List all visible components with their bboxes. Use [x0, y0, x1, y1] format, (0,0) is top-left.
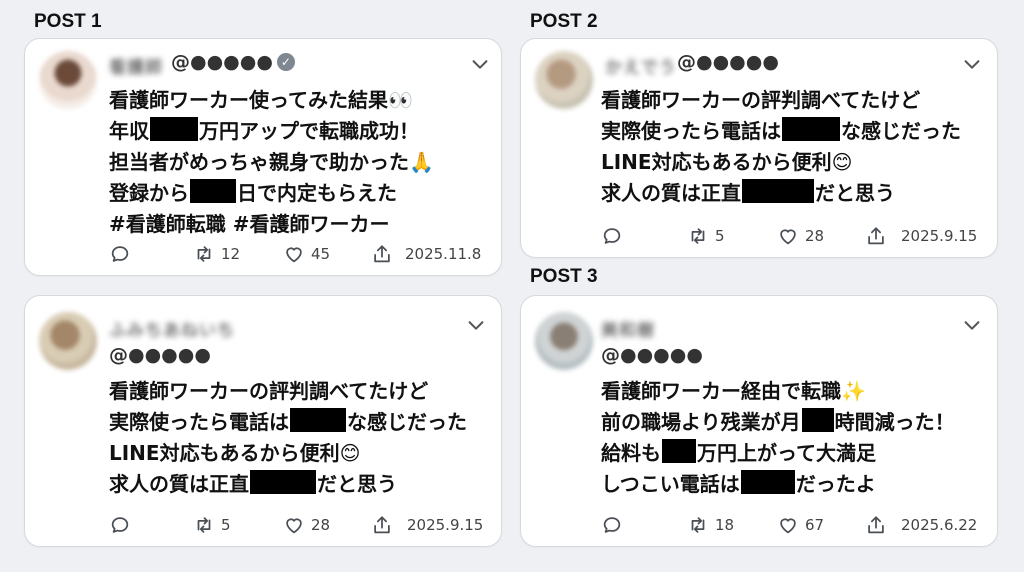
redaction-bar	[742, 179, 814, 203]
tweet-card-3[interactable]: ふみちあねいち @●●●●● 看護師ワーカーの評判調べてたけど 実際使ったら電話…	[24, 295, 502, 547]
action-bar: 12 45 2025.11.8	[109, 242, 481, 266]
reply-icon	[109, 243, 131, 265]
tweet-card-post-2[interactable]: かえでう @●●●●● 看護師ワーカーの評判調べてたけど 実際使ったら電話は な感…	[520, 38, 998, 258]
retweet-icon	[193, 243, 215, 265]
heart-icon	[283, 514, 305, 536]
redaction-bar	[740, 470, 795, 494]
avatar[interactable]	[39, 312, 97, 370]
heart-icon	[283, 243, 305, 265]
like-count: 28	[805, 227, 825, 245]
retweet-button[interactable]: 18	[687, 514, 777, 536]
handle-text: @●●●●●	[109, 344, 211, 366]
redaction-bar	[250, 470, 316, 494]
reply-button[interactable]	[109, 514, 193, 536]
reply-icon	[601, 514, 623, 536]
like-count: 28	[311, 516, 331, 534]
share-icon	[865, 225, 887, 247]
retweet-button[interactable]: 12	[193, 243, 283, 265]
action-bar: 5 28 2025.9.15	[109, 513, 483, 537]
post-date: 2025.9.15	[407, 516, 484, 534]
post-2-label: POST 2	[530, 11, 598, 32]
chevron-down-icon[interactable]	[469, 53, 491, 75]
action-bar: 18 67 2025.6.22	[601, 513, 977, 537]
redaction-bar	[801, 408, 834, 432]
post-date: 2025.9.15	[901, 227, 978, 245]
user-handle[interactable]: @●●●●●	[109, 344, 211, 366]
heart-icon	[777, 514, 799, 536]
user-handle[interactable]: @●●●●●	[601, 344, 703, 366]
reply-button[interactable]	[601, 225, 687, 247]
tweet-text: 看護師ワーカー使ってみた結果👀 年収 万円アップで転職成功！ 担当者がめっちゃ親身…	[109, 88, 434, 236]
user-handle[interactable]: @●●●●● ✓	[171, 51, 295, 73]
retweet-count: 18	[715, 516, 735, 534]
verified-badge-icon: ✓	[276, 53, 295, 71]
like-button[interactable]: 28	[777, 225, 865, 247]
like-button[interactable]: 67	[777, 514, 865, 536]
reply-icon	[601, 225, 623, 247]
tweet-card-post-1[interactable]: 看護師 @●●●●● ✓ 看護師ワーカー使ってみた結果👀 年収 万円アップで転職成功…	[24, 38, 502, 276]
display-name[interactable]: 美和樹	[601, 316, 655, 341]
reply-button[interactable]	[601, 514, 687, 536]
display-name[interactable]: 看護師	[109, 53, 163, 78]
like-button[interactable]: 28	[283, 514, 371, 536]
chevron-down-icon[interactable]	[961, 53, 983, 75]
share-button[interactable]: 2025.9.15	[371, 514, 483, 536]
user-handle[interactable]: @●●●●●	[677, 51, 779, 73]
tweet-card-post-3[interactable]: 美和樹 @●●●●● 看護師ワーカー経由で転職✨ 前の職場より残業が月 時間減った…	[520, 295, 998, 547]
chevron-down-icon[interactable]	[465, 314, 487, 336]
avatar[interactable]	[39, 51, 97, 109]
handle-text: @●●●●●	[601, 344, 703, 366]
reply-icon	[109, 514, 131, 536]
share-button[interactable]: 2025.11.8	[371, 243, 481, 265]
redaction-bar	[190, 179, 236, 203]
share-icon	[371, 514, 393, 536]
retweet-count: 5	[221, 516, 231, 534]
retweet-button[interactable]: 5	[193, 514, 283, 536]
like-count: 67	[805, 516, 825, 534]
chevron-down-icon[interactable]	[961, 314, 983, 336]
heart-icon	[777, 225, 799, 247]
like-button[interactable]: 45	[283, 243, 371, 265]
retweet-button[interactable]: 5	[687, 225, 777, 247]
reply-button[interactable]	[109, 243, 193, 265]
post-date: 2025.6.22	[901, 516, 978, 534]
redaction-bar	[290, 408, 346, 432]
action-bar: 5 28 2025.9.15	[601, 224, 977, 248]
like-count: 45	[311, 245, 331, 263]
post-1-label: POST 1	[34, 11, 102, 32]
redaction-bar	[150, 117, 198, 141]
share-button[interactable]: 2025.9.15	[865, 225, 977, 247]
share-icon	[865, 514, 887, 536]
share-icon	[371, 243, 393, 265]
redaction-bar	[782, 117, 840, 141]
handle-text: @●●●●●	[171, 51, 273, 73]
redaction-bar	[662, 439, 696, 463]
retweet-count: 12	[221, 245, 241, 263]
retweet-icon	[193, 514, 215, 536]
tweet-text: 看護師ワーカーの評判調べてたけど 実際使ったら電話は な感じだった LINE対応も…	[601, 88, 961, 205]
share-button[interactable]: 2025.6.22	[865, 514, 977, 536]
tweet-text: 看護師ワーカーの評判調べてたけど 実際使ったら電話は な感じだった LINE対応も…	[109, 379, 467, 496]
display-name[interactable]: ふみちあねいち	[109, 316, 235, 341]
retweet-icon	[687, 514, 709, 536]
retweet-count: 5	[715, 227, 725, 245]
post-date: 2025.11.8	[405, 245, 482, 263]
display-name[interactable]: かえでう	[605, 53, 677, 78]
avatar[interactable]	[535, 51, 593, 109]
retweet-icon	[687, 225, 709, 247]
post-3-label: POST 3	[530, 266, 598, 287]
tweet-text: 看護師ワーカー経由で転職✨ 前の職場より残業が月 時間減った！ 給料も 万円上がって…	[601, 379, 955, 496]
avatar[interactable]	[535, 312, 593, 370]
handle-text: @●●●●●	[677, 51, 779, 73]
